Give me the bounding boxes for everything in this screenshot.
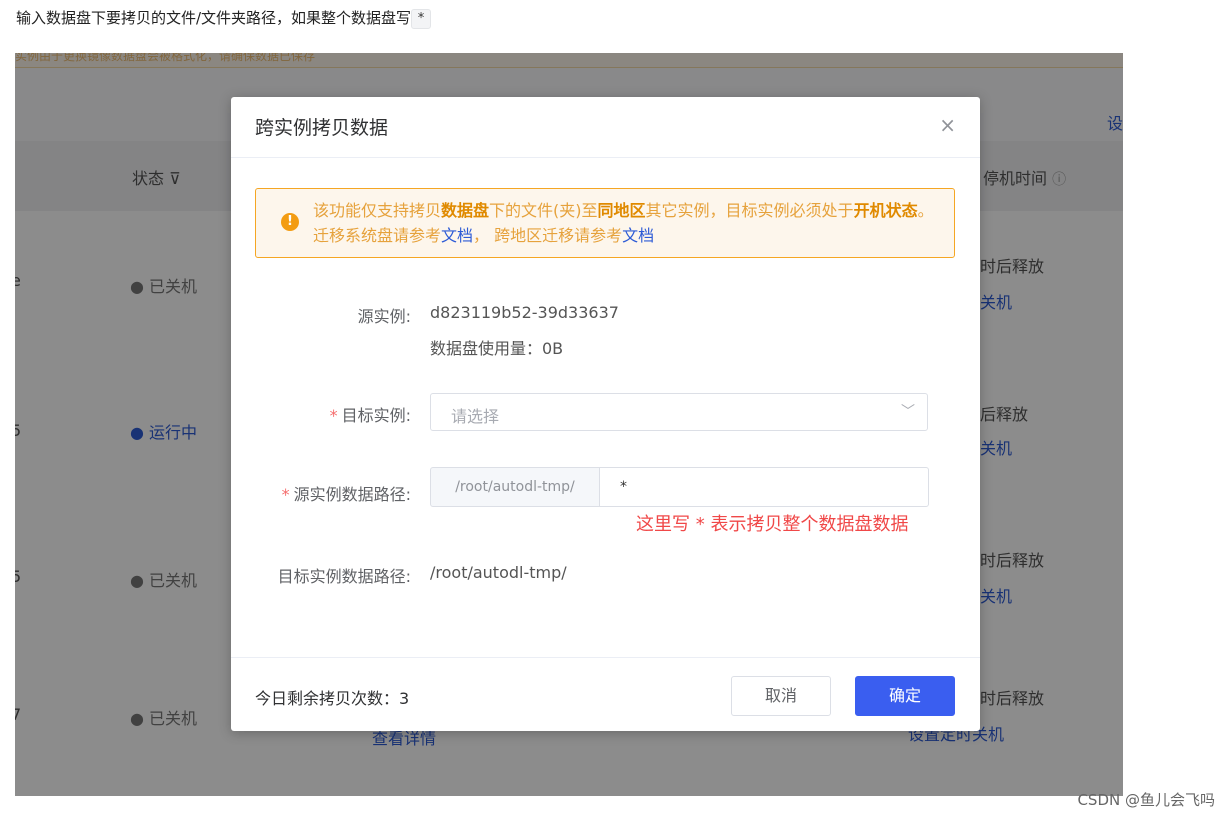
article-line: 输入数据盘下要拷贝的文件/文件夹路径，如果整个数据盘写 *	[16, 6, 431, 30]
warning-icon: !	[281, 213, 299, 231]
inline-code: *	[411, 8, 431, 29]
alert-text: 该功能仅支持拷贝数据盘下的文件(夹)至同地区其它实例，目标实例必须处于开机状态。…	[313, 201, 934, 245]
dialog-footer: 今日剩余拷贝次数：3 取消 确定	[231, 657, 980, 732]
target-path-label: 目标实例数据路径:	[277, 567, 411, 586]
target-path-value: /root/autodl-tmp/	[430, 563, 567, 582]
select-placeholder: 请选择	[451, 407, 500, 426]
dialog-header: 跨实例拷贝数据 ×	[231, 97, 980, 158]
close-icon[interactable]: ×	[939, 113, 956, 137]
disk-usage: 数据盘使用量：0B	[430, 339, 564, 358]
source-path-label: * 源实例数据路径:	[281, 485, 411, 504]
confirm-button[interactable]: 确定	[855, 676, 955, 716]
annotation-text: 这里写 * 表示拷贝整个数据盘数据	[636, 514, 909, 535]
chevron-down-icon: ﹀	[901, 404, 915, 420]
warning-alert: ! 该功能仅支持拷贝数据盘下的文件(夹)至同地区其它实例，目标实例必须处于开机状…	[255, 188, 955, 258]
cancel-button[interactable]: 取消	[731, 676, 831, 716]
source-label: 源实例:	[357, 307, 411, 326]
source-path-input[interactable]: *	[599, 467, 929, 507]
doc-link-system[interactable]: 文档	[441, 226, 473, 245]
dialog-title: 跨实例拷贝数据	[255, 117, 389, 139]
target-label: * 目标实例:	[329, 406, 411, 425]
source-path-prefix: /root/autodl-tmp/	[430, 467, 600, 507]
source-instance-id: d823119b52-39d33637	[430, 303, 619, 322]
source-path-group: /root/autodl-tmp/ *	[430, 467, 930, 507]
target-instance-select[interactable]: 请选择 ﹀	[430, 393, 928, 431]
remaining-copies: 今日剩余拷贝次数：3	[255, 689, 410, 708]
doc-link-region[interactable]: 文档	[622, 226, 654, 245]
article-text: 输入数据盘下要拷贝的文件/文件夹路径，如果整个数据盘写	[16, 9, 412, 27]
watermark: CSDN @鱼儿会飞吗	[1077, 791, 1215, 809]
copy-data-dialog: 跨实例拷贝数据 × ! 该功能仅支持拷贝数据盘下的文件(夹)至同地区其它实例，目…	[231, 97, 980, 731]
